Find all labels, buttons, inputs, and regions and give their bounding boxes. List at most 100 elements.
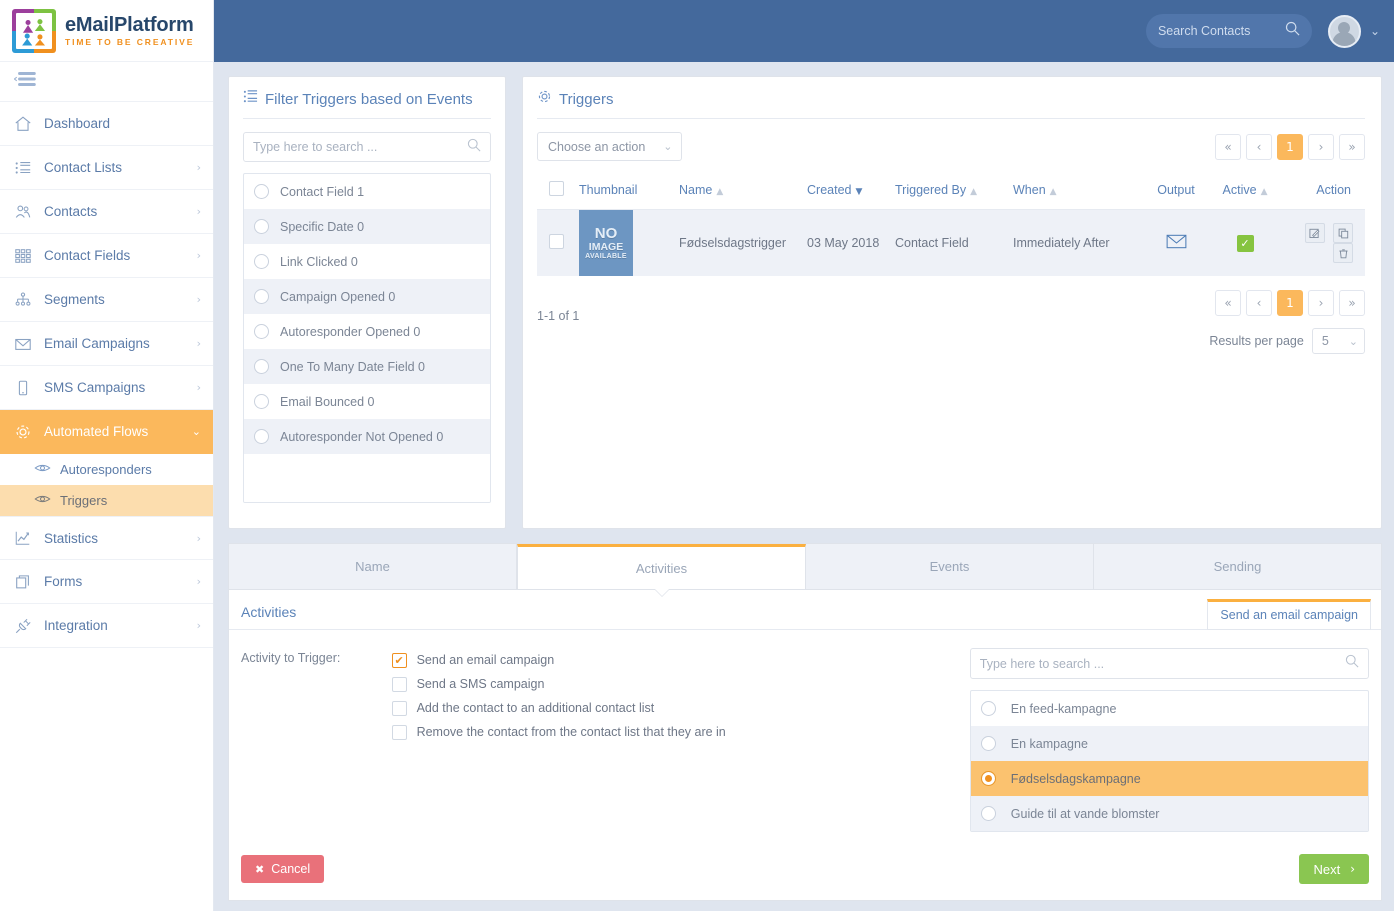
activity-type-chip[interactable]: Send an email campaign: [1207, 599, 1371, 630]
envelope-icon[interactable]: [1166, 234, 1187, 252]
radio-icon[interactable]: [254, 219, 269, 234]
copy-icon[interactable]: [1333, 223, 1353, 243]
pager-last-button[interactable]: »: [1339, 290, 1365, 316]
sidebar-item-dashboard[interactable]: Dashboard: [0, 102, 213, 146]
avatar[interactable]: [1327, 14, 1361, 48]
column-active[interactable]: Active ▲: [1209, 172, 1281, 210]
sidebar-item-triggers[interactable]: Triggers: [0, 485, 213, 516]
filter-option[interactable]: One To Many Date Field 0: [244, 349, 490, 384]
cancel-button[interactable]: ✖ Cancel: [241, 855, 325, 883]
filter-option[interactable]: Contact Field 1: [244, 174, 490, 209]
trash-icon[interactable]: [1333, 243, 1353, 263]
brand-logo[interactable]: eMailPlatform TIME TO BE CREATIVE: [0, 0, 213, 62]
checkbox-send-sms-campaign[interactable]: [391, 676, 407, 692]
campaign-option[interactable]: Guide til at vande blomster: [970, 796, 1369, 831]
sidebar-item-contact-lists[interactable]: Contact Lists ›: [0, 146, 213, 190]
pager-next-button[interactable]: ›: [1308, 133, 1334, 160]
campaign-option-label: Guide til at vande blomster: [1010, 806, 1160, 821]
pager-next-button[interactable]: ›: [1308, 290, 1334, 316]
filter-option[interactable]: Autoresponder Not Opened 0: [244, 419, 490, 454]
radio-icon[interactable]: [254, 324, 269, 339]
campaign-option[interactable]: En kampagne: [970, 726, 1369, 761]
pager-prev-button[interactable]: ‹: [1246, 133, 1272, 160]
checkbox-row[interactable]: Send a SMS campaign: [391, 672, 970, 696]
cancel-label: Cancel: [271, 862, 311, 876]
column-thumbnail[interactable]: Thumbnail: [579, 172, 679, 210]
filter-option-label: Link Clicked 0: [280, 254, 358, 269]
checkbox-row[interactable]: Remove the contact from the contact list…: [391, 720, 970, 744]
radio-icon[interactable]: [254, 254, 269, 269]
sidebar-item-forms[interactable]: Forms ›: [0, 560, 213, 604]
radio-icon[interactable]: [980, 701, 996, 716]
filter-option[interactable]: Email Bounced 0: [244, 384, 490, 419]
sidebar-item-segments[interactable]: Segments ›: [0, 278, 213, 322]
sidebar-item-automated-flows[interactable]: Automated Flows ⌄: [0, 410, 213, 454]
campaign-search-input[interactable]: Type here to search ...: [969, 648, 1370, 679]
pagination-bottom: « ‹ 1 › »: [1215, 290, 1365, 316]
checkbox-row[interactable]: ✔ Send an email campaign: [391, 648, 970, 672]
edit-icon[interactable]: [1304, 223, 1325, 243]
radio-icon[interactable]: [254, 184, 269, 199]
tab-events[interactable]: Events: [806, 544, 1094, 589]
search-contacts-input[interactable]: Search Contacts: [1145, 14, 1312, 48]
sidebar-item-statistics[interactable]: Statistics ›: [0, 516, 213, 560]
filter-option[interactable]: Link Clicked 0: [244, 244, 490, 279]
sitemap-icon: [14, 291, 40, 309]
sidebar-item-integration[interactable]: Integration ›: [0, 604, 213, 648]
column-name[interactable]: Name ▲: [679, 172, 807, 210]
column-created[interactable]: Created ▼: [807, 172, 895, 210]
pager-first-button[interactable]: «: [1215, 290, 1241, 316]
sidebar-item-contacts[interactable]: Contacts ›: [0, 190, 213, 234]
column-when[interactable]: When ▲: [1013, 172, 1143, 210]
filter-search-input[interactable]: Type here to search ...: [243, 132, 491, 162]
results-per-page-label: Results per page: [1209, 334, 1304, 348]
results-per-page-select[interactable]: 5 ⌄: [1311, 328, 1365, 354]
sidebar-item-autoresponders[interactable]: Autoresponders: [0, 454, 213, 485]
column-label: Created: [807, 183, 852, 197]
pager-page-1-button[interactable]: 1: [1277, 133, 1303, 160]
filter-option[interactable]: Specific Date 0: [244, 209, 490, 244]
select-all-checkbox[interactable]: [549, 181, 564, 196]
column-label: When: [1013, 183, 1046, 197]
column-triggered-by[interactable]: Triggered By ▲: [895, 172, 1013, 210]
pager-first-button[interactable]: «: [1215, 133, 1241, 160]
pager-page-1-button[interactable]: 1: [1277, 290, 1303, 316]
main-content: Filter Triggers based on Events Type her…: [214, 62, 1394, 911]
triggers-table-footer: 1-1 of 1 « ‹ 1 › » Results per page 5 ⌄: [537, 290, 1365, 354]
tab-name[interactable]: Name: [229, 544, 517, 589]
sidebar-collapse-button[interactable]: [0, 62, 213, 102]
radio-icon[interactable]: [254, 394, 269, 409]
filter-option[interactable]: Campaign Opened 0: [244, 279, 490, 314]
choose-action-select[interactable]: Choose an action ⌄: [537, 132, 682, 161]
radio-icon[interactable]: [254, 429, 269, 444]
results-per-page: Results per page 5 ⌄: [1209, 328, 1365, 354]
radio-icon[interactable]: [254, 359, 269, 374]
row-when-cell: Immediately After: [1013, 209, 1143, 276]
sidebar-item-contact-fields[interactable]: Contact Fields ›: [0, 234, 213, 278]
brand-tagline: TIME TO BE CREATIVE: [65, 36, 195, 47]
row-checkbox[interactable]: [549, 234, 564, 249]
next-button[interactable]: Next ›: [1299, 854, 1369, 884]
tab-activities[interactable]: Activities: [517, 544, 806, 589]
radio-icon[interactable]: [980, 806, 996, 821]
triggers-panel: Triggers Choose an action ⌄ « ‹ 1 › » Th…: [522, 76, 1382, 529]
radio-icon[interactable]: [980, 736, 996, 751]
checkbox-add-contact-to-list[interactable]: [391, 700, 407, 716]
checkbox-remove-contact-from-list[interactable]: [391, 724, 407, 740]
campaign-option[interactable]: En feed-kampagne: [971, 691, 1368, 726]
pager-prev-button[interactable]: ‹: [1246, 290, 1272, 316]
checkbox-send-email-campaign[interactable]: ✔: [391, 652, 407, 668]
radio-icon[interactable]: [254, 289, 269, 304]
campaign-option-selected[interactable]: Fødselsdagskampagne: [970, 761, 1369, 796]
radio-icon-selected[interactable]: [980, 771, 996, 786]
sidebar-item-email-campaigns[interactable]: Email Campaigns ›: [0, 322, 213, 366]
filter-option[interactable]: Autoresponder Opened 0: [244, 314, 490, 349]
pager-last-button[interactable]: »: [1339, 133, 1365, 160]
column-output: Output: [1143, 172, 1209, 210]
tab-sending[interactable]: Sending: [1094, 544, 1381, 589]
user-menu-chevron-down-icon[interactable]: ⌄: [1370, 24, 1380, 38]
table-row[interactable]: NO IMAGE AVAILABLE Fødselsdagstrigger 03…: [537, 209, 1365, 276]
checkbox-row[interactable]: Add the contact to an additional contact…: [391, 696, 970, 720]
sidebar-item-sms-campaigns[interactable]: SMS Campaigns ›: [0, 366, 213, 410]
filter-options-list: Contact Field 1 Specific Date 0 Link Cli…: [243, 173, 491, 503]
